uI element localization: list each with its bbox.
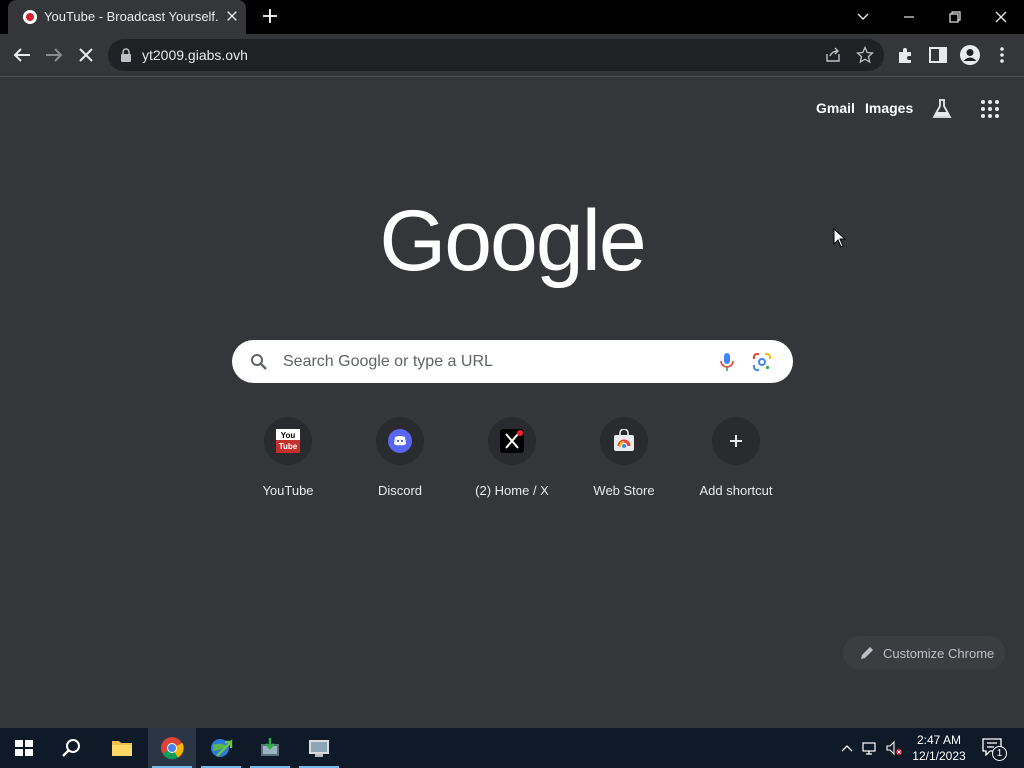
menu-dots-icon[interactable]	[990, 43, 1014, 67]
svg-text:Google: Google	[379, 197, 644, 289]
browser-toolbar: yt2009.giabs.ovh	[0, 34, 1024, 77]
search-box[interactable]: Search Google or type a URL	[232, 340, 793, 383]
installer-icon	[261, 738, 279, 756]
shortcut-web-store[interactable]: Web Store	[568, 415, 680, 505]
chrome-icon	[161, 737, 184, 760]
shortcut-x-home[interactable]: (2) Home / X	[456, 415, 568, 505]
svg-text:Tube: Tube	[279, 442, 298, 451]
shortcut-label: (2) Home / X	[475, 483, 549, 498]
tab-title: YouTube - Broadcast Yourself.	[44, 9, 219, 24]
images-link[interactable]: Images	[865, 100, 913, 116]
web-store-icon	[614, 429, 634, 451]
taskbar-chrome[interactable]	[148, 728, 196, 768]
globe-arrow-icon	[211, 739, 233, 757]
x-icon	[500, 429, 524, 453]
shortcut-add[interactable]: Add shortcut	[680, 415, 792, 505]
browser-tab[interactable]: YouTube - Broadcast Yourself.	[8, 0, 246, 34]
volume-muted-icon[interactable]	[886, 740, 902, 756]
taskbar-app-monitor[interactable]	[295, 728, 343, 768]
taskbar-app-globe[interactable]	[197, 728, 245, 768]
monitor-icon	[309, 740, 329, 757]
plus-icon	[730, 435, 742, 447]
extensions-icon[interactable]	[894, 43, 918, 67]
search-icon	[62, 739, 80, 757]
google-apps-icon[interactable]	[978, 97, 1002, 121]
shortcut-discord[interactable]: Discord	[344, 415, 456, 505]
bookmark-star-icon[interactable]	[856, 46, 874, 64]
shortcut-label: Add shortcut	[699, 483, 773, 498]
shortcut-tile	[488, 417, 536, 465]
voice-search-icon[interactable]	[718, 352, 736, 372]
pencil-icon	[861, 647, 873, 659]
notification-count-badge: 1	[992, 746, 1007, 761]
folder-icon	[112, 741, 132, 756]
taskbar-search-button[interactable]	[48, 728, 96, 768]
clock-date: 12/1/2023	[912, 749, 966, 763]
action-center-button[interactable]: 1	[982, 738, 1007, 761]
new-tab-icon[interactable]	[260, 6, 280, 26]
shortcut-youtube[interactable]: You Tube YouTube	[232, 415, 344, 505]
google-logo: Google	[379, 197, 646, 289]
mouse-cursor-icon	[833, 228, 847, 248]
youtube-favicon-icon	[23, 10, 37, 24]
title-bar: YouTube - Broadcast Yourself.	[0, 0, 1024, 34]
lock-icon[interactable]	[120, 48, 132, 62]
shortcut-tile	[712, 417, 760, 465]
restore-icon[interactable]	[942, 4, 968, 30]
start-button[interactable]	[0, 728, 48, 768]
windows-logo-icon	[15, 740, 33, 756]
taskbar-app-green[interactable]	[246, 728, 294, 768]
search-icon	[251, 354, 267, 370]
share-icon[interactable]	[824, 46, 842, 64]
shortcut-tile	[376, 417, 424, 465]
show-hidden-icons-chevron-icon[interactable]	[839, 740, 855, 756]
back-arrow-icon[interactable]	[10, 43, 34, 67]
youtube-icon: You Tube	[276, 429, 300, 453]
shortcut-tile: You Tube	[264, 417, 312, 465]
close-window-icon[interactable]	[988, 4, 1014, 30]
shortcut-label: Discord	[377, 483, 423, 498]
tab-search-icon[interactable]	[850, 4, 876, 30]
google-lens-icon[interactable]	[752, 352, 772, 372]
taskbar-file-explorer[interactable]	[98, 728, 146, 768]
url-text[interactable]: yt2009.giabs.ovh	[142, 47, 248, 63]
customize-chrome-label: Customize Chrome	[883, 646, 995, 661]
labs-flask-icon[interactable]	[930, 97, 954, 121]
gmail-link[interactable]: Gmail	[816, 100, 855, 116]
profile-avatar-icon[interactable]	[958, 43, 982, 67]
shortcut-tile	[600, 417, 648, 465]
stop-loading-icon[interactable]	[74, 43, 98, 67]
system-clock[interactable]: 2:47 AM 12/1/2023	[906, 732, 972, 764]
search-input[interactable]: Search Google or type a URL	[283, 353, 493, 371]
windows-taskbar: 2:47 AM 12/1/2023 1	[0, 728, 1024, 768]
shortcut-label: YouTube	[262, 483, 314, 498]
clock-time: 2:47 AM	[916, 733, 962, 747]
shortcut-label: Web Store	[593, 483, 655, 498]
discord-icon	[388, 429, 412, 453]
minimize-icon[interactable]	[896, 4, 922, 30]
address-bar[interactable]: yt2009.giabs.ovh	[108, 39, 884, 71]
network-icon[interactable]	[862, 740, 878, 756]
side-panel-icon[interactable]	[926, 43, 950, 67]
svg-text:You: You	[281, 431, 296, 440]
forward-arrow-icon[interactable]	[42, 43, 66, 67]
close-tab-icon[interactable]	[225, 9, 239, 23]
customize-chrome-button[interactable]: Customize Chrome	[843, 636, 1005, 670]
new-tab-page: Gmail Images Google Search Google or typ…	[0, 77, 1024, 728]
